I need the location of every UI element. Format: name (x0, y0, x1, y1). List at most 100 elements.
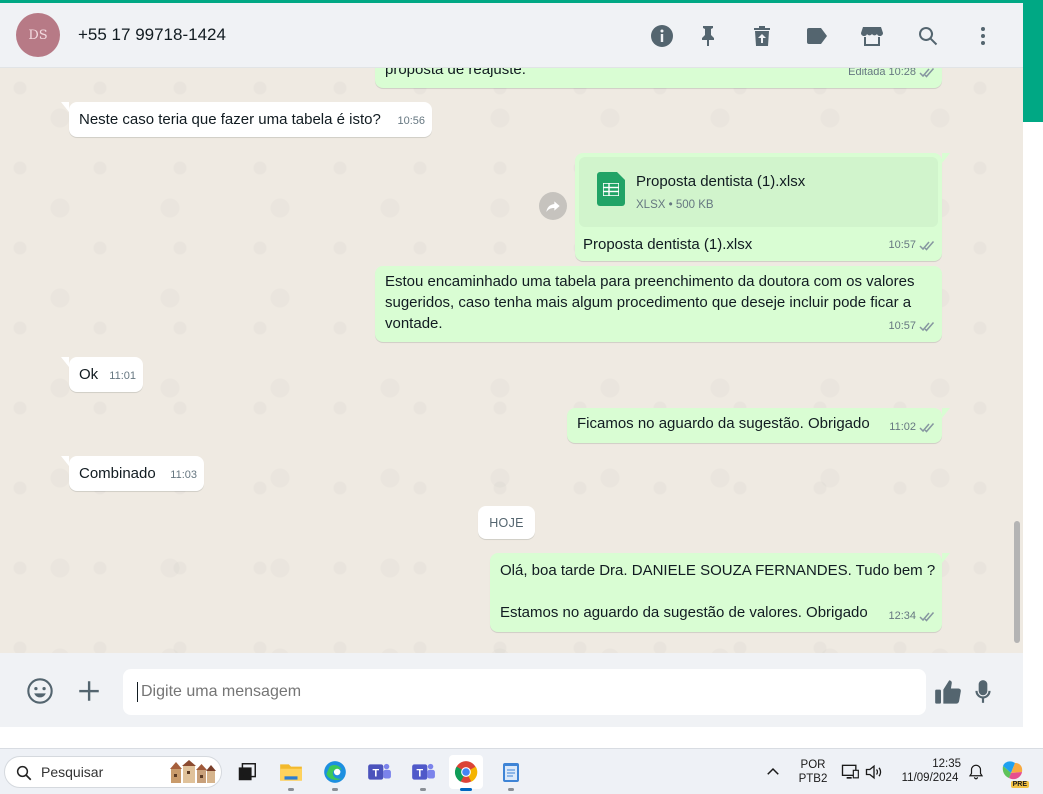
desktop-gap (0, 727, 1043, 748)
message-meta: 10:57 (888, 235, 935, 256)
edge-icon[interactable] (318, 755, 352, 791)
message-text: Ficamos no aguardo da sugestão. Obrigado (577, 415, 870, 432)
info-icon[interactable] (648, 22, 676, 50)
message-bubble-outgoing[interactable]: Estou encaminhado uma tabela para preenc… (375, 266, 942, 342)
language-code: POR (800, 759, 826, 771)
message-bubble-incoming[interactable]: Ok 11:01 (61, 357, 143, 392)
network-icon[interactable] (840, 762, 860, 782)
message-bubble-document[interactable]: Proposta dentista (1).xlsx XLSX • 500 KB… (575, 153, 950, 261)
message-text-line-1: Olá, boa tarde Dra. DANIELE SOUZA FERNAN… (500, 562, 936, 579)
clock-date: 11/09/2024 (901, 772, 959, 784)
message-meta: 12:34 (888, 606, 935, 627)
menu-icon[interactable] (969, 22, 997, 50)
message-time: 10:28 (888, 68, 916, 78)
contact-name[interactable]: +55 17 99718-1424 (78, 25, 226, 45)
message-text-line-2: Estamos no aguardo da sugestão de valore… (500, 604, 868, 621)
notification-bell-icon[interactable] (967, 762, 985, 782)
plus-icon[interactable] (74, 676, 104, 706)
message-time: 10:57 (888, 239, 916, 251)
chat-scrollbar[interactable] (1014, 521, 1020, 643)
message-text: Ok (79, 366, 99, 383)
message-text: proposta de reajuste. (385, 68, 526, 78)
message-input[interactable] (123, 669, 926, 715)
chrome-icon[interactable] (449, 755, 483, 791)
chevron-up-icon[interactable] (764, 763, 782, 781)
message-bubble-incoming[interactable]: Neste caso teria que fazer uma tabela é … (61, 102, 432, 137)
document-caption: Proposta dentista (1).xlsx (583, 236, 753, 253)
chat-area[interactable]: proposta de reajuste. Editada 10:28 Nest… (0, 68, 1023, 653)
task-view-icon[interactable] (230, 755, 264, 789)
message-text: Combinado (79, 465, 156, 482)
composer (0, 653, 1023, 727)
volume-icon[interactable] (864, 762, 884, 782)
search-highlight-image (170, 760, 216, 783)
message-time: 11:03 (170, 469, 197, 481)
running-indicator (332, 788, 338, 791)
active-indicator (460, 788, 472, 791)
message-meta: 11:03 (170, 465, 197, 486)
message-text: Estou encaminhado uma tabela para preenc… (385, 273, 915, 332)
clock-time: 12:35 (932, 758, 961, 770)
document-info: XLSX • 500 KB (636, 199, 714, 211)
double-check-icon (919, 423, 935, 433)
copilot-icon[interactable]: PRE (999, 758, 1029, 788)
pin-icon[interactable] (694, 22, 722, 50)
document-type: XLSX (636, 199, 666, 211)
running-indicator (508, 788, 514, 791)
double-check-icon (919, 68, 935, 78)
notepad-icon[interactable] (494, 755, 528, 791)
svg-text:T: T (416, 767, 423, 779)
date-divider: HOJE (478, 506, 535, 539)
message-bubble-outgoing[interactable]: Ficamos no aguardo da sugestão. Obrigado… (567, 408, 950, 443)
catalog-icon[interactable] (858, 22, 886, 50)
message-bubble-outgoing[interactable]: Olá, boa tarde Dra. DANIELE SOUZA FERNAN… (490, 553, 950, 632)
forward-icon (546, 201, 560, 212)
message-meta: Editada 10:28 (848, 68, 935, 83)
contact-avatar[interactable]: DS (16, 13, 60, 57)
document-card[interactable]: Proposta dentista (1).xlsx XLSX • 500 KB (579, 157, 938, 227)
edited-label: Editada (848, 68, 886, 78)
right-edge-pane (1023, 122, 1043, 748)
spreadsheet-icon (597, 172, 625, 206)
emoji-icon[interactable] (25, 676, 55, 706)
keyboard-layout: PTB2 (798, 773, 828, 785)
message-time: 10:57 (888, 320, 916, 332)
running-indicator (420, 788, 426, 791)
message-time: 10:56 (397, 115, 425, 127)
message-bubble-outgoing[interactable]: proposta de reajuste. Editada 10:28 (375, 68, 942, 88)
message-text: Neste caso teria que fazer uma tabela é … (79, 111, 381, 128)
message-bubble-incoming[interactable]: Combinado 11:03 (61, 456, 204, 491)
search-icon[interactable] (914, 22, 942, 50)
teams-icon[interactable]: T (362, 755, 396, 789)
windows-taskbar: Pesquisar T T POR PTB2 12:35 11/09/2024 … (0, 748, 1043, 794)
label-icon[interactable] (803, 22, 831, 50)
accent-strip (1023, 0, 1043, 122)
double-check-icon (919, 612, 935, 622)
double-check-icon (919, 322, 935, 332)
clock[interactable]: 12:35 11/09/2024 (893, 757, 967, 785)
chat-header[interactable]: DS +55 17 99718-1424 (0, 3, 1023, 68)
forward-button[interactable] (539, 192, 567, 220)
preview-badge: PRE (1010, 781, 1029, 788)
taskbar-search[interactable]: Pesquisar (4, 756, 222, 788)
avatar-initials: DS (28, 27, 48, 43)
message-meta: 11:01 (109, 366, 136, 387)
file-explorer-icon[interactable] (274, 755, 308, 791)
text-caret (137, 682, 138, 702)
message-meta: 10:56 (397, 111, 425, 132)
running-indicator (288, 788, 294, 791)
search-label: Pesquisar (41, 764, 104, 780)
message-meta: 10:57 (888, 316, 935, 337)
language-indicator[interactable]: POR PTB2 (795, 758, 831, 786)
mic-icon[interactable] (968, 676, 998, 708)
delete-icon[interactable] (748, 22, 776, 50)
document-name: Proposta dentista (1).xlsx (636, 173, 806, 190)
document-size: 500 KB (675, 199, 714, 211)
teams-new-icon[interactable]: T (406, 755, 440, 791)
message-time: 11:02 (889, 421, 916, 433)
thumbs-up-icon[interactable] (932, 676, 964, 708)
search-icon (16, 765, 32, 781)
svg-text:T: T (372, 767, 379, 779)
message-meta: 11:02 (889, 417, 935, 438)
message-time: 11:01 (109, 370, 136, 382)
